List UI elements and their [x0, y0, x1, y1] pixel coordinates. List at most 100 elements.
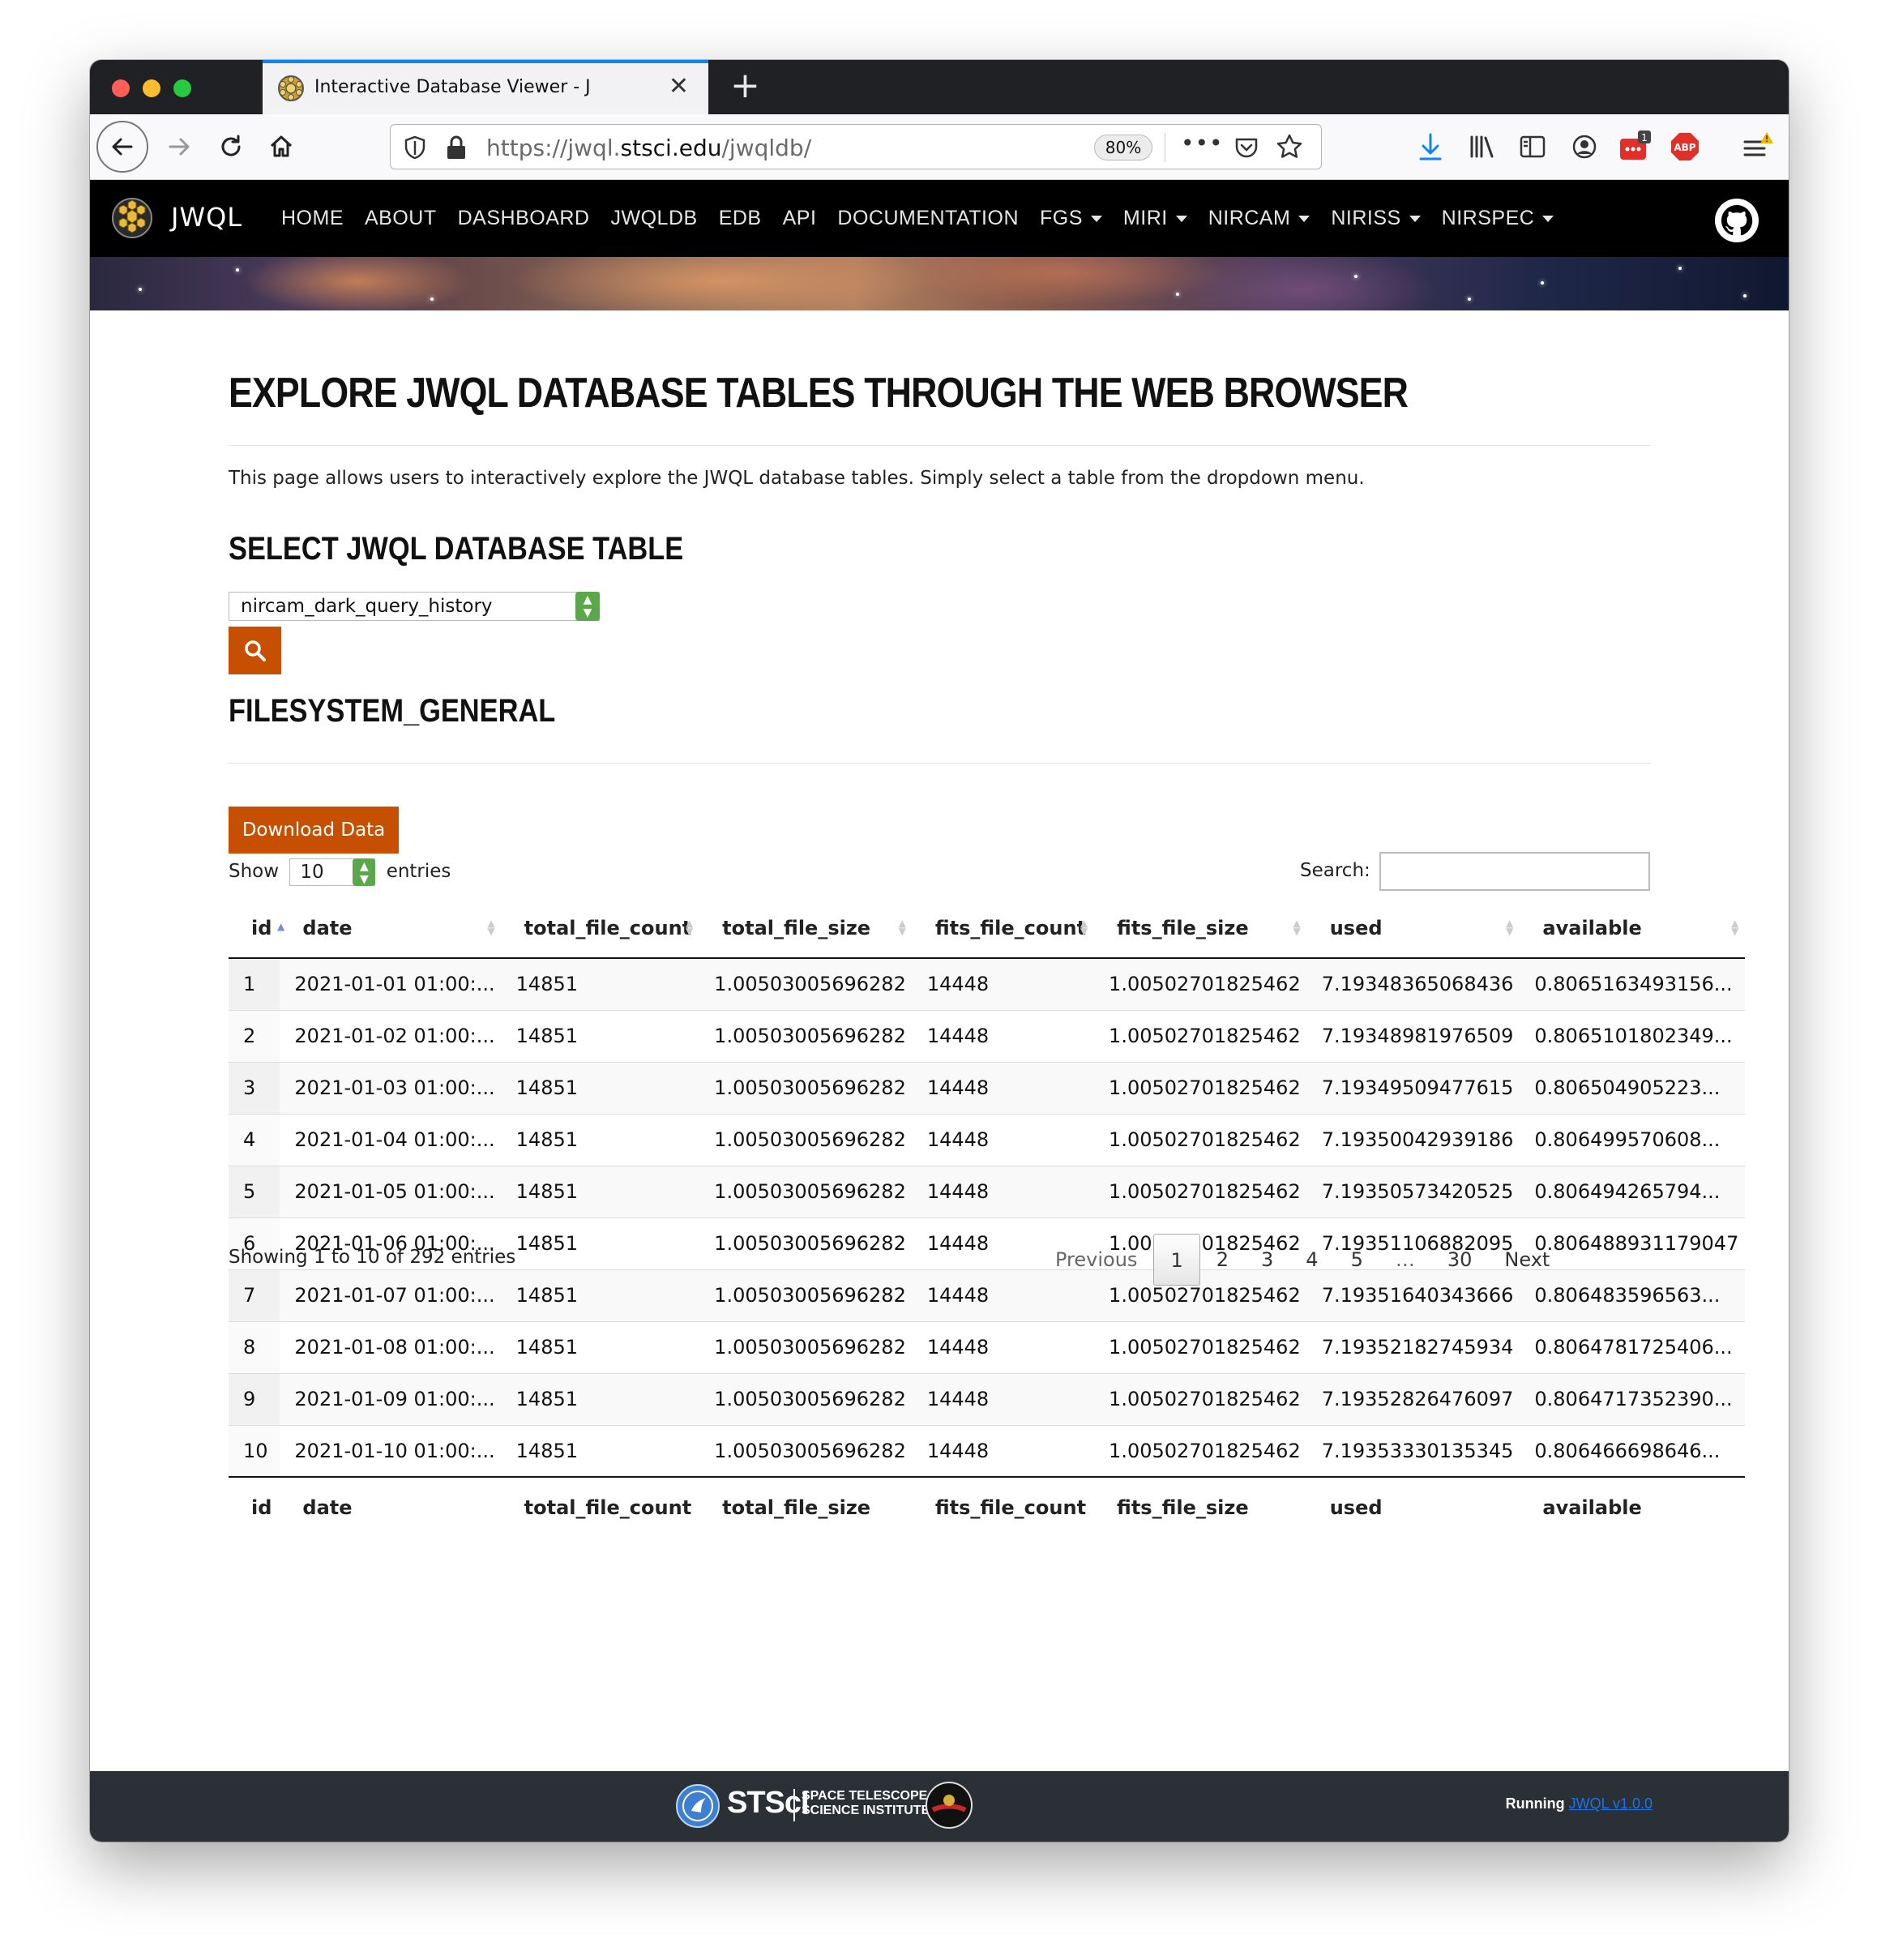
nav-jwqldb[interactable]: JWQLDB [611, 207, 698, 230]
pagination-page-5[interactable]: 5 [1335, 1234, 1379, 1286]
pagination-page-4[interactable]: 4 [1289, 1234, 1334, 1286]
tab-title: Interactive Database Viewer - J [314, 77, 591, 97]
column-header-available[interactable]: available ▲ ▼ [1520, 898, 1746, 959]
account-button[interactable] [1567, 129, 1602, 165]
search-table-button[interactable] [229, 627, 281, 674]
cell-available: 0.806499570608... [1520, 1113, 1746, 1166]
tab-close-icon[interactable]: ✕ [669, 73, 689, 101]
cell-total-file-count: 14851 [501, 1165, 700, 1218]
stsci-seal-icon[interactable] [675, 1783, 720, 1829]
cell-date: 2021-01-09 01:00:... [280, 1372, 502, 1425]
browser-tab-active[interactable]: Interactive Database Viewer - J ✕ [263, 60, 708, 114]
table-body: 1 2021-01-01 01:00:... 14851 1.005030056962… [229, 958, 1746, 1477]
sort-both-icon: ▲ ▼ [1506, 918, 1514, 937]
app-menu-button[interactable] [1740, 129, 1776, 165]
home-icon [270, 135, 293, 157]
cell-available: 0.806466698646... [1520, 1424, 1746, 1477]
site-nav-links: HOME ABOUT DASHBOARD JWQLDB EDB API DOCU… [281, 180, 1575, 257]
minimize-window-button[interactable] [143, 79, 160, 97]
adblock-button[interactable]: ABP [1667, 129, 1703, 165]
star-icon[interactable] [1276, 133, 1303, 160]
stsci-wordmark[interactable]: STScI [727, 1786, 810, 1821]
pagination-page-1[interactable]: 1 [1153, 1234, 1200, 1286]
home-button[interactable] [257, 122, 306, 171]
jwql-logo-icon[interactable] [111, 197, 153, 239]
nav-home[interactable]: HOME [281, 207, 344, 230]
column-header-used[interactable]: used ▲ ▼ [1306, 898, 1520, 959]
back-button[interactable] [96, 121, 148, 173]
pagination-next[interactable]: Next [1488, 1234, 1566, 1286]
nav-miri-dropdown[interactable]: MIRI [1123, 207, 1187, 230]
page-actions-button[interactable]: ••• [1181, 130, 1224, 156]
cell-fits-file-size: 1.00502701825462 [1094, 1424, 1307, 1477]
cell-total-file-size: 1.00503005696282 [699, 1165, 913, 1218]
column-footer-fits-file-count: fits_file_count [912, 1476, 1095, 1537]
nav-niriss-dropdown[interactable]: NIRISS [1331, 207, 1421, 230]
divider [229, 763, 1651, 764]
close-window-button[interactable] [112, 79, 130, 97]
account-icon [1572, 135, 1597, 159]
nav-nircam-label: NIRCAM [1208, 207, 1291, 229]
zoom-level-button[interactable]: 80% [1094, 135, 1152, 160]
cell-total-file-size: 1.00503005696282 [699, 1269, 913, 1321]
version-link[interactable]: JWQL v1.0.0 [1569, 1795, 1653, 1812]
shield-icon[interactable] [402, 135, 428, 160]
caret-down-icon [1090, 216, 1102, 223]
table-search-input[interactable] [1379, 852, 1650, 891]
banner-star [1743, 294, 1747, 297]
sort-both-icon: ▲ ▼ [487, 918, 495, 937]
lock-icon[interactable] [444, 135, 468, 160]
jwst-logo-icon[interactable] [925, 1781, 973, 1829]
pagination-page-30[interactable]: 30 [1431, 1234, 1489, 1286]
pagination-page-3[interactable]: 3 [1245, 1234, 1289, 1286]
cell-total-file-count: 14851 [501, 1372, 700, 1425]
entries-per-page-select[interactable]: 10 ▲ ▼ [289, 858, 376, 886]
nav-edb[interactable]: EDB [719, 207, 762, 230]
table-row: 5 2021-01-05 01:00:... 14851 1.005030056962… [229, 1165, 1746, 1218]
column-header-date[interactable]: date ▲ ▼ [280, 898, 502, 959]
github-icon[interactable] [1714, 198, 1759, 243]
brand-name[interactable]: JWQL [171, 202, 242, 233]
column-header-total-file-count[interactable]: total_file_count ▲ ▼ [501, 898, 700, 959]
downloads-button[interactable] [1413, 129, 1448, 165]
reload-icon [221, 135, 241, 156]
library-button[interactable] [1464, 129, 1500, 165]
column-header-fits-file-size[interactable]: fits_file_size ▲ ▼ [1094, 898, 1307, 959]
nav-fgs-dropdown[interactable]: FGS [1040, 207, 1102, 230]
nav-dashboard[interactable]: DASHBOARD [458, 207, 590, 230]
cell-total-file-size: 1.00503005696282 [699, 1217, 913, 1269]
nav-nirspec-dropdown[interactable]: NIRSPEC [1442, 207, 1554, 230]
url-text[interactable]: https://jwql.stsci.edu/jwqldb/ [486, 135, 811, 161]
pagination-page-2[interactable]: 2 [1200, 1234, 1245, 1286]
nav-documentation[interactable]: DOCUMENTATION [837, 207, 1019, 230]
nav-nircam-dropdown[interactable]: NIRCAM [1208, 207, 1310, 230]
column-header-total-file-size[interactable]: total_file_size ▲ ▼ [699, 898, 913, 959]
cell-used: 7.19353330135345 [1306, 1424, 1520, 1477]
cell-total-file-size: 1.00503005696282 [699, 1061, 913, 1114]
sidebar-button[interactable] [1515, 129, 1550, 165]
select-updown-icon: ▲ ▼ [353, 858, 376, 886]
extension-button[interactable]: 1 [1617, 129, 1653, 165]
cell-total-file-count: 14851 [501, 1320, 700, 1373]
site-navbar: JWQL HOME ABOUT DASHBOARD JWQLDB EDB API… [90, 180, 1789, 257]
column-header-id[interactable]: id ▲ [229, 898, 284, 959]
pagination-previous[interactable]: Previous [1039, 1234, 1153, 1286]
cell-fits-file-count: 14448 [912, 1061, 1095, 1114]
pocket-icon[interactable] [1234, 135, 1259, 160]
stsci-subtitle-line: SCIENCE INSTITUTE [802, 1804, 930, 1817]
sidebar-icon [1520, 135, 1546, 158]
reload-button[interactable] [207, 122, 255, 171]
maximize-window-button[interactable] [173, 79, 191, 97]
nav-about[interactable]: ABOUT [365, 207, 437, 230]
column-header-fits-file-count[interactable]: fits_file_count ▲ ▼ [912, 898, 1095, 959]
menu-icon [1743, 132, 1773, 156]
running-label: Running [1505, 1795, 1565, 1812]
stsci-subtitle: SPACE TELESCOPE SCIENCE INSTITUTE [802, 1789, 930, 1818]
cell-fits-file-size: 1.00502701825462 [1094, 1372, 1307, 1425]
table-select-dropdown[interactable]: nircam_dark_query_history ▲ ▼ [229, 592, 600, 621]
forward-button[interactable] [155, 122, 203, 171]
new-tab-button[interactable]: + [730, 65, 760, 107]
address-bar[interactable]: https://jwql.stsci.edu/jwqldb/ 80% ••• [390, 124, 1322, 169]
download-data-button[interactable]: Download Data [229, 807, 399, 854]
nav-api[interactable]: API [783, 207, 817, 230]
